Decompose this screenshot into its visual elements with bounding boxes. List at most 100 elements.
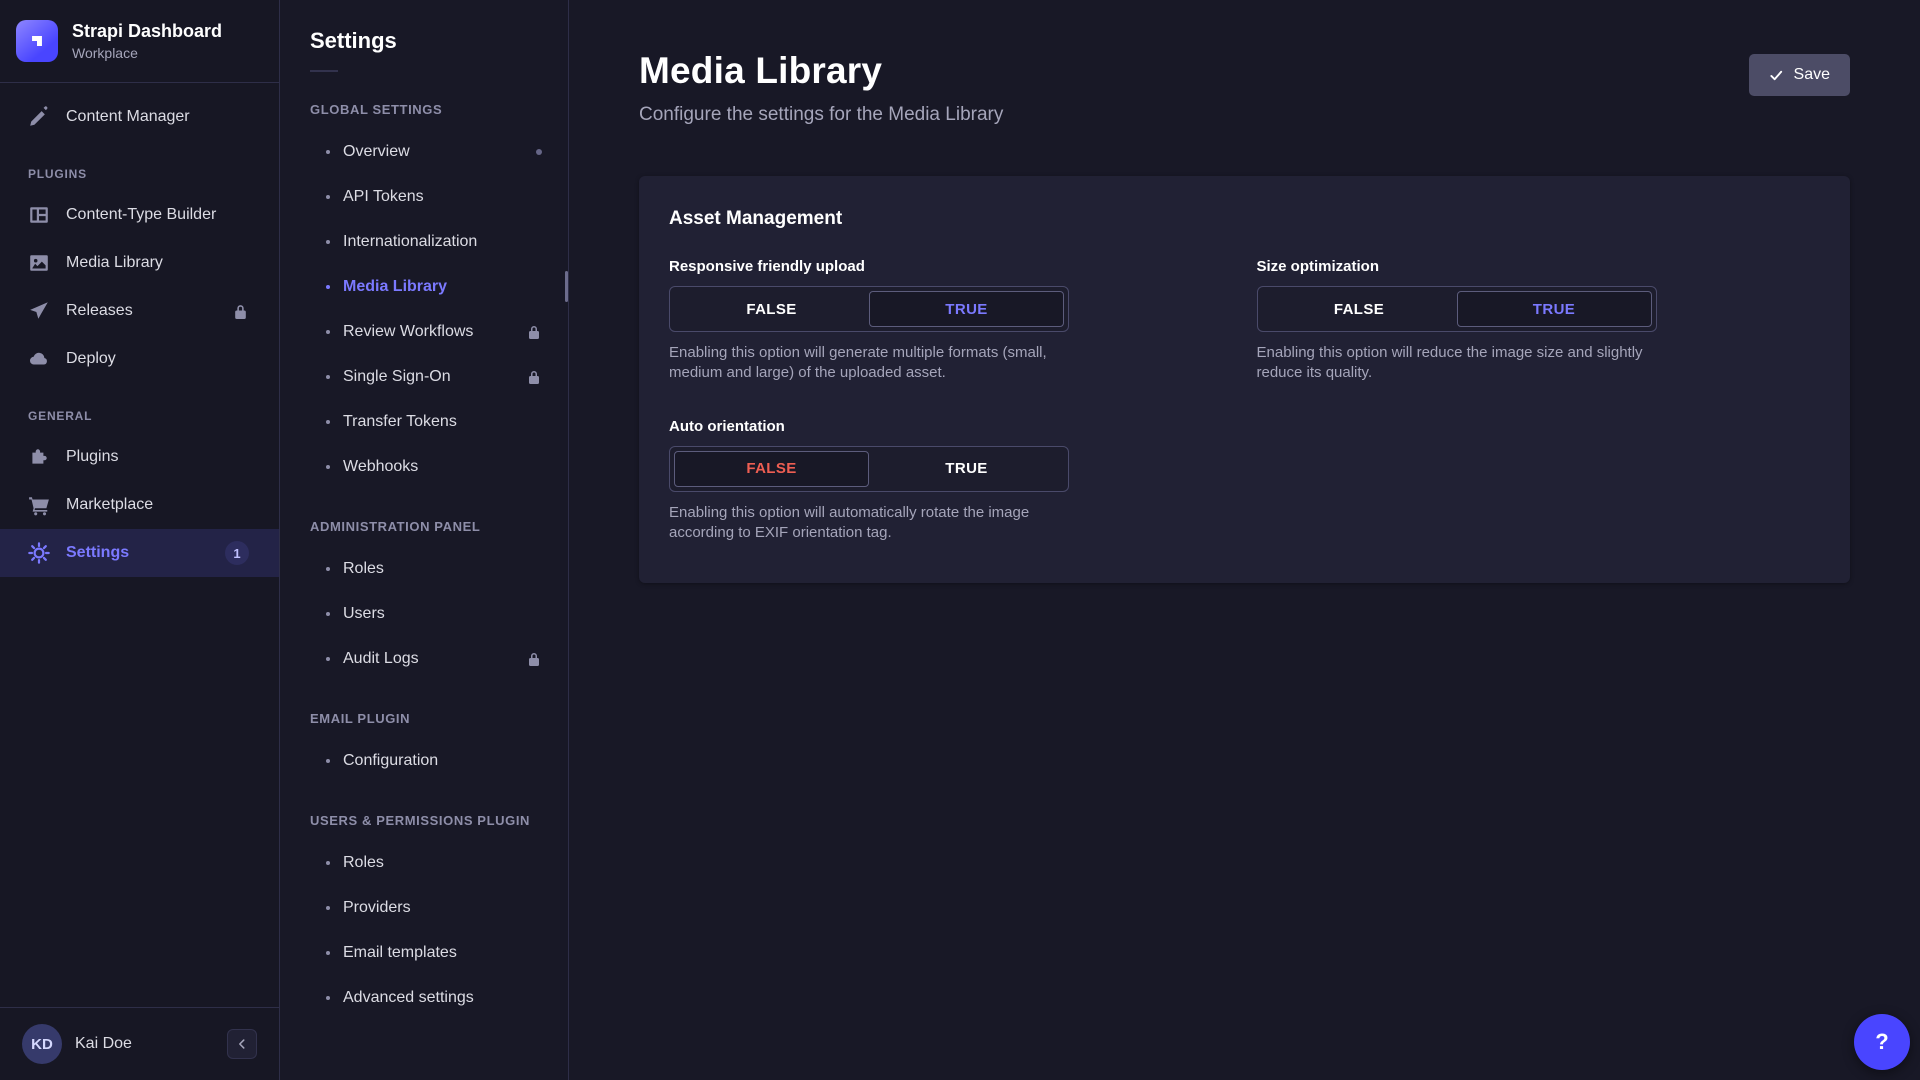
asset-management-card: Asset Management Responsive friendly upl… bbox=[639, 176, 1850, 583]
bullet-icon bbox=[326, 567, 330, 571]
subnav-item-webhooks[interactable]: Webhooks bbox=[280, 444, 568, 489]
sidebar-item-label: Content Manager bbox=[66, 108, 190, 126]
save-button-label: Save bbox=[1794, 66, 1830, 84]
settings-subnav: Settings Global Settings Overview API To… bbox=[280, 0, 569, 1080]
subnav-group-global-settings: Global Settings bbox=[280, 72, 568, 129]
sidebar-item-content-type-builder[interactable]: Content-Type Builder bbox=[0, 191, 279, 239]
subnav-item-api-tokens[interactable]: API Tokens bbox=[280, 174, 568, 219]
subnav-group-administration-panel: Administration Panel bbox=[280, 489, 568, 546]
subnav-group-users-permissions: Users & Permissions plugin bbox=[280, 783, 568, 840]
avatar[interactable]: KD bbox=[22, 1024, 62, 1064]
sidebar-item-plugins[interactable]: Plugins bbox=[0, 433, 279, 481]
sidebar-section-general: General bbox=[0, 383, 279, 433]
subnav-item-label: Users bbox=[343, 605, 385, 623]
sidebar-item-settings[interactable]: Settings 1 bbox=[0, 529, 279, 577]
page-header-text: Media Library Configure the settings for… bbox=[639, 50, 1003, 126]
subnav-item-label: Overview bbox=[343, 143, 410, 161]
subnav-item-users[interactable]: Users bbox=[280, 591, 568, 636]
sidebar-nav: Content Manager Plugins Content-Type Bui… bbox=[0, 83, 279, 1007]
auto-orientation-toggle: FALSE TRUE bbox=[669, 446, 1069, 492]
lock-icon bbox=[526, 651, 542, 667]
sidebar-item-deploy[interactable]: Deploy bbox=[0, 335, 279, 383]
subnav-item-transfer-tokens[interactable]: Transfer Tokens bbox=[280, 399, 568, 444]
sidebar-item-marketplace[interactable]: Marketplace bbox=[0, 481, 279, 529]
user-row: KD Kai Doe bbox=[0, 1007, 279, 1080]
subnav-item-label: Media Library bbox=[343, 278, 447, 296]
toggle-option-false[interactable]: FALSE bbox=[674, 451, 869, 487]
layout-icon bbox=[28, 204, 50, 226]
subnav-item-label: Email templates bbox=[343, 944, 457, 962]
subnav-item-configuration[interactable]: Configuration bbox=[280, 738, 568, 783]
subnav-item-overview[interactable]: Overview bbox=[280, 129, 568, 174]
sidebar-item-label: Settings bbox=[66, 544, 129, 562]
subnav-item-label: Review Workflows bbox=[343, 323, 473, 341]
toggle-option-false[interactable]: FALSE bbox=[674, 291, 869, 327]
brand[interactable]: Strapi Dashboard Workplace bbox=[0, 0, 279, 83]
chevron-left-icon bbox=[235, 1037, 249, 1051]
subnav-item-providers[interactable]: Providers bbox=[280, 885, 568, 930]
pencil-icon bbox=[28, 106, 50, 128]
notification-dot-icon bbox=[536, 149, 542, 155]
main-sidebar: Strapi Dashboard Workplace Content Manag… bbox=[0, 0, 280, 1080]
image-icon bbox=[28, 252, 50, 274]
bullet-icon bbox=[326, 285, 330, 289]
page-title: Media Library bbox=[639, 50, 1003, 92]
subnav-item-label: Roles bbox=[343, 560, 384, 578]
subnav-item-audit-logs[interactable]: Audit Logs bbox=[280, 636, 568, 681]
field-responsive-friendly-upload: Responsive friendly upload FALSE TRUE En… bbox=[669, 258, 1233, 384]
subnav-item-label: API Tokens bbox=[343, 188, 424, 206]
bullet-icon bbox=[326, 906, 330, 910]
toggle-option-false[interactable]: FALSE bbox=[1262, 291, 1457, 327]
lock-icon bbox=[232, 303, 249, 320]
subnav-item-roles-admin[interactable]: Roles bbox=[280, 546, 568, 591]
help-button[interactable]: ? bbox=[1854, 1014, 1910, 1070]
sidebar-section-plugins: Plugins bbox=[0, 141, 279, 191]
collapse-sidebar-button[interactable] bbox=[227, 1029, 257, 1059]
subnav-item-roles-up[interactable]: Roles bbox=[280, 840, 568, 885]
save-button[interactable]: Save bbox=[1749, 54, 1850, 96]
gear-icon bbox=[28, 542, 50, 564]
sidebar-item-label: Marketplace bbox=[66, 496, 153, 514]
bullet-icon bbox=[326, 996, 330, 1000]
strapi-logo-icon bbox=[16, 20, 58, 62]
subnav-item-media-library[interactable]: Media Library bbox=[280, 264, 568, 309]
subnav-item-label: Webhooks bbox=[343, 458, 418, 476]
bullet-icon bbox=[326, 150, 330, 154]
bullet-icon bbox=[326, 612, 330, 616]
subnav-title: Settings bbox=[280, 28, 568, 54]
field-label: Responsive friendly upload bbox=[669, 258, 1233, 275]
sidebar-item-content-manager[interactable]: Content Manager bbox=[0, 93, 279, 141]
card-title: Asset Management bbox=[669, 208, 1820, 230]
sidebar-item-label: Plugins bbox=[66, 448, 118, 466]
subnav-item-label: Audit Logs bbox=[343, 650, 419, 668]
subnav-item-email-templates[interactable]: Email templates bbox=[280, 930, 568, 975]
toggle-option-true[interactable]: TRUE bbox=[869, 451, 1064, 487]
bullet-icon bbox=[326, 375, 330, 379]
subnav-item-single-sign-on[interactable]: Single Sign-On bbox=[280, 354, 568, 399]
paper-plane-icon bbox=[28, 300, 50, 322]
subnav-item-label: Configuration bbox=[343, 752, 438, 770]
page-header: Media Library Configure the settings for… bbox=[639, 0, 1850, 126]
subnav-item-internationalization[interactable]: Internationalization bbox=[280, 219, 568, 264]
active-indicator bbox=[565, 271, 568, 302]
bullet-icon bbox=[326, 861, 330, 865]
toggle-option-true[interactable]: TRUE bbox=[869, 291, 1064, 327]
lock-icon bbox=[526, 369, 542, 385]
field-hint: Enabling this option will automatically … bbox=[669, 503, 1077, 544]
sidebar-item-label: Deploy bbox=[66, 350, 116, 368]
bullet-icon bbox=[326, 195, 330, 199]
field-hint: Enabling this option will generate multi… bbox=[669, 343, 1077, 384]
cloud-icon bbox=[28, 348, 50, 370]
bullet-icon bbox=[326, 465, 330, 469]
sidebar-item-media-library[interactable]: Media Library bbox=[0, 239, 279, 287]
size-optimization-toggle: FALSE TRUE bbox=[1257, 286, 1657, 332]
brand-text: Strapi Dashboard Workplace bbox=[72, 21, 222, 61]
sidebar-item-releases[interactable]: Releases bbox=[0, 287, 279, 335]
subnav-item-review-workflows[interactable]: Review Workflows bbox=[280, 309, 568, 354]
toggle-option-true[interactable]: TRUE bbox=[1457, 291, 1652, 327]
field-auto-orientation: Auto orientation FALSE TRUE Enabling thi… bbox=[669, 418, 1233, 544]
settings-badge: 1 bbox=[225, 541, 249, 565]
workspace-title: Strapi Dashboard bbox=[72, 21, 222, 43]
field-label: Size optimization bbox=[1257, 258, 1821, 275]
subnav-item-advanced-settings[interactable]: Advanced settings bbox=[280, 975, 568, 1020]
